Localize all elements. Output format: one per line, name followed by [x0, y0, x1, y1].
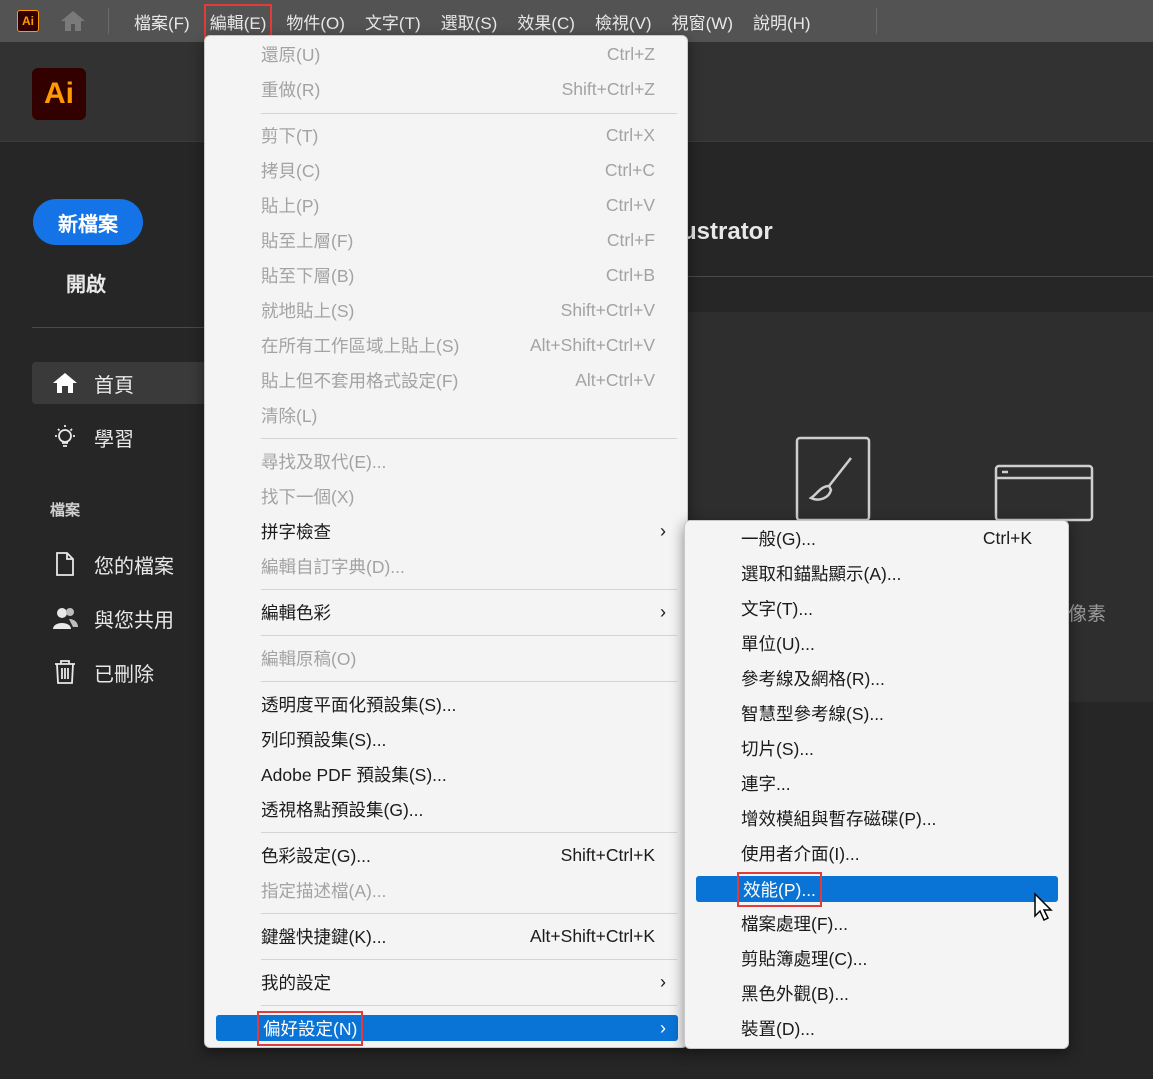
mouse-pointer-icon	[1034, 892, 1053, 922]
submenu-item-performance[interactable]: 效能(P)...	[696, 871, 1058, 907]
menu-item-edit-original[interactable]: 編輯原稿(O)	[216, 641, 678, 676]
menubar-divider	[108, 8, 109, 34]
menu-item-paste-in-front[interactable]: 貼至上層(F) Ctrl+F	[216, 223, 678, 258]
submenu-item-plugins-scratch[interactable]: 增效模組與暫存磁碟(P)...	[696, 801, 1058, 836]
sidebar-item-your-files[interactable]: 您的檔案	[32, 543, 212, 585]
sidebar-item-label: 與您共用	[94, 609, 174, 632]
menu-item-cut[interactable]: 剪下(T) Ctrl+X	[216, 118, 678, 153]
document-icon	[50, 549, 80, 579]
menu-item-copy[interactable]: 拷貝(C) Ctrl+C	[216, 153, 678, 188]
menu-divider	[261, 681, 677, 682]
sidebar-item-label: 已刪除	[94, 663, 154, 686]
menu-item-paste-without-formatting[interactable]: 貼上但不套用格式設定(F) Alt+Ctrl+V	[216, 363, 678, 398]
menu-item-edit-dictionary[interactable]: 編輯自訂字典(D)...	[216, 549, 678, 584]
submenu-item-general[interactable]: 一般(G)... Ctrl+K	[696, 521, 1058, 556]
submenu-item-hyphenation[interactable]: 連字...	[696, 766, 1058, 801]
menu-item-transparency-presets[interactable]: 透明度平面化預設集(S)...	[216, 687, 678, 722]
open-button[interactable]: 開啟	[66, 268, 106, 297]
menu-divider	[261, 1005, 677, 1006]
menu-item-preferences[interactable]: 偏好設定(N) ›	[216, 1010, 678, 1046]
menu-item-pdf-presets[interactable]: Adobe PDF 預設集(S)...	[216, 757, 678, 792]
submenu-item-smart-guides[interactable]: 智慧型參考線(S)...	[696, 696, 1058, 731]
menu-item-paste[interactable]: 貼上(P) Ctrl+V	[216, 188, 678, 223]
menu-help[interactable]: 說明(H)	[743, 0, 821, 42]
submenu-item-black-appearance[interactable]: 黑色外觀(B)...	[696, 976, 1058, 1011]
menu-item-clear[interactable]: 清除(L)	[216, 398, 678, 433]
sidebar-item-deleted[interactable]: 已刪除	[32, 651, 212, 693]
chevron-right-icon: ›	[660, 1017, 666, 1038]
menu-item-paste-in-back[interactable]: 貼至下層(B) Ctrl+B	[216, 258, 678, 293]
menu-item-color-settings[interactable]: 色彩設定(G)... Shift+Ctrl+K	[216, 838, 678, 873]
submenu-item-user-interface[interactable]: 使用者介面(I)...	[696, 836, 1058, 871]
menu-item-paste-all-artboards[interactable]: 在所有工作區域上貼上(S) Alt+Shift+Ctrl+V	[216, 328, 678, 363]
menu-item-edit-colors[interactable]: 編輯色彩 ›	[216, 595, 678, 630]
files-section-label: 檔案	[50, 502, 81, 519]
chevron-right-icon: ›	[660, 972, 666, 992]
sidebar-item-label: 首頁	[94, 374, 134, 397]
menu-item-print-presets[interactable]: 列印預設集(S)...	[216, 722, 678, 757]
menu-item-find-replace[interactable]: 尋找及取代(E)...	[216, 444, 678, 479]
brush-preset-icon[interactable]	[795, 436, 873, 522]
menu-item-paste-in-place[interactable]: 就地貼上(S) Shift+Ctrl+V	[216, 293, 678, 328]
menu-divider	[261, 635, 677, 636]
illustrator-logo: Ai	[32, 68, 86, 120]
welcome-divider	[650, 276, 1153, 277]
web-preset-icon[interactable]	[994, 464, 1094, 522]
menu-item-find-next[interactable]: 找下一個(X)	[216, 479, 678, 514]
edit-menu-dropdown: 還原(U) Ctrl+Z 重做(R) Shift+Ctrl+Z 剪下(T) Ctrl+…	[204, 35, 688, 1048]
menu-file[interactable]: 檔案(F)	[124, 0, 200, 42]
lightbulb-icon	[50, 422, 80, 452]
new-file-button[interactable]: 新檔案	[33, 199, 143, 245]
submenu-item-file-handling[interactable]: 檔案處理(F)...	[696, 906, 1058, 941]
submenu-item-selection-anchor[interactable]: 選取和錨點顯示(A)...	[696, 556, 1058, 591]
menu-divider	[261, 832, 677, 833]
welcome-title: ustrator	[682, 218, 773, 245]
sidebar-item-shared[interactable]: 與您共用	[32, 597, 212, 639]
menu-item-perspective-grid-presets[interactable]: 透視格點預設集(G)...	[216, 792, 678, 827]
submenu-item-guides-grid[interactable]: 參考線及網格(R)...	[696, 661, 1058, 696]
home-icon[interactable]	[58, 9, 88, 33]
menu-item-spelling[interactable]: 拼字檢查 ›	[216, 514, 678, 549]
menu-item-my-settings[interactable]: 我的設定 ›	[216, 965, 678, 1000]
submenu-item-slices[interactable]: 切片(S)...	[696, 731, 1058, 766]
menu-item-redo[interactable]: 重做(R) Shift+Ctrl+Z	[216, 72, 678, 107]
sidebar-item-label: 您的檔案	[94, 555, 174, 578]
menubar-divider	[876, 8, 877, 34]
menu-divider	[261, 589, 677, 590]
app-icon[interactable]: Ai	[17, 10, 39, 32]
preset-label: 像素	[1068, 604, 1107, 625]
chevron-right-icon: ›	[660, 602, 666, 622]
submenu-item-units[interactable]: 單位(U)...	[696, 626, 1058, 661]
sidebar-item-label: 學習	[94, 428, 134, 451]
sidebar-item-home[interactable]: 首頁	[32, 362, 212, 404]
submenu-item-type[interactable]: 文字(T)...	[696, 591, 1058, 626]
submenu-item-devices[interactable]: 裝置(D)...	[696, 1011, 1058, 1046]
submenu-item-clipboard[interactable]: 剪貼簿處理(C)...	[696, 941, 1058, 976]
menu-divider	[261, 959, 677, 960]
sidebar-divider	[32, 327, 212, 328]
menu-item-undo[interactable]: 還原(U) Ctrl+Z	[216, 37, 678, 72]
menu-divider	[261, 113, 677, 114]
shared-users-icon	[50, 603, 80, 633]
menu-divider	[261, 438, 677, 439]
home-icon	[50, 368, 80, 398]
preferences-submenu: 一般(G)... Ctrl+K 選取和錨點顯示(A)... 文字(T)... 單位…	[684, 520, 1069, 1049]
menu-divider	[261, 913, 677, 914]
menu-item-keyboard-shortcuts[interactable]: 鍵盤快捷鍵(K)... Alt+Shift+Ctrl+K	[216, 919, 678, 954]
chevron-right-icon: ›	[660, 521, 666, 541]
trash-icon	[50, 657, 80, 687]
menu-item-assign-profile[interactable]: 指定描述檔(A)...	[216, 873, 678, 908]
sidebar-item-learn[interactable]: 學習	[32, 416, 212, 458]
